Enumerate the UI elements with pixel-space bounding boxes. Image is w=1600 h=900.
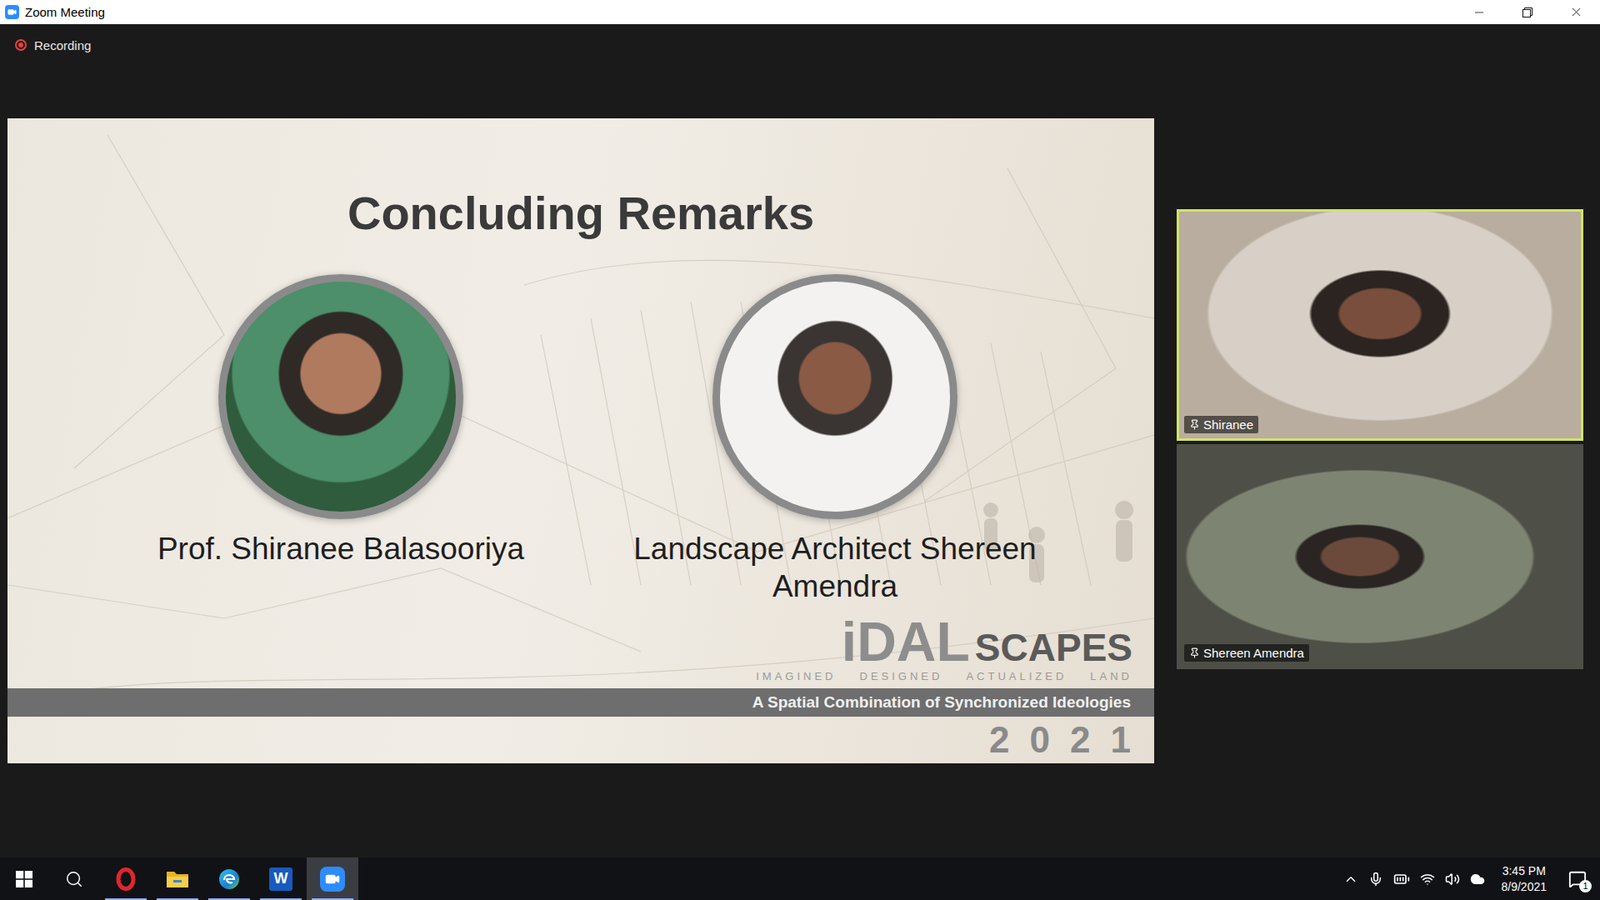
speaker-photo: [712, 274, 958, 520]
zoom-icon: [320, 866, 345, 892]
wifi-icon[interactable]: [1420, 871, 1435, 887]
minimize-button[interactable]: [1455, 0, 1504, 25]
taskbar: W 3:45 PM8/9/2021 1: [0, 857, 1600, 900]
taskbar-app[interactable]: [100, 857, 152, 900]
acronym-word: ACTUALIZED: [965, 670, 1067, 684]
close-button[interactable]: [1551, 0, 1600, 25]
video-tile[interactable]: Shereen Amendra: [1176, 444, 1584, 670]
notifications-button[interactable]: 1: [1563, 865, 1592, 894]
event-year: 2021: [989, 721, 1155, 759]
start-button[interactable]: [0, 857, 49, 900]
pin-icon: [1189, 419, 1200, 430]
battery-icon[interactable]: [1393, 870, 1410, 888]
recording-indicator[interactable]: Recording: [0, 34, 1600, 56]
window-title: Zoom Meeting: [25, 5, 105, 20]
participant-name: Shereen Amendra: [1203, 645, 1305, 660]
title-bar: Zoom Meeting: [0, 0, 1600, 25]
restore-icon: [1522, 7, 1533, 18]
recording-label: Recording: [34, 38, 91, 53]
year-digit: 2: [989, 721, 1010, 759]
participant-name: Shiranee: [1203, 417, 1254, 432]
taskbar-app[interactable]: [306, 857, 359, 900]
event-logo: iDALSCAPES: [841, 617, 1155, 667]
participant-panel: Shiranee Shereen Amendra: [1176, 209, 1584, 670]
search-icon: [65, 870, 84, 889]
running-indicator: [311, 898, 354, 900]
zoom-app-icon: [5, 5, 20, 20]
word-icon: W: [269, 867, 293, 891]
taskbar-app[interactable]: [151, 857, 204, 900]
volume-icon[interactable]: [1445, 871, 1460, 887]
clock-date: 8/9/2021: [1501, 879, 1548, 895]
participant-name-tag: Shereen Amendra: [1184, 644, 1310, 662]
logo-mark: iDAL: [841, 617, 970, 667]
clock[interactable]: 3:45 PM8/9/2021: [1495, 863, 1555, 895]
system-tray: 3:45 PM8/9/2021 1: [1343, 863, 1600, 895]
chevron-up-icon[interactable]: [1343, 871, 1359, 887]
participant-name-tag: Shiranee: [1184, 415, 1259, 434]
speaker-card: Landscape Architect Shereen Amendra: [601, 274, 1069, 605]
running-indicator: [208, 898, 250, 900]
speaker-name: Landscape Architect Shereen Amendra: [601, 530, 1069, 605]
restore-button[interactable]: [1503, 0, 1552, 25]
acronym-word: LAND: [1090, 670, 1133, 684]
acronym-word: IMAGINED: [755, 670, 836, 684]
year-digit: 0: [1030, 721, 1050, 759]
search-button[interactable]: [48, 857, 100, 900]
cloud-icon[interactable]: [1470, 871, 1485, 887]
video-tile[interactable]: Shiranee: [1176, 209, 1584, 441]
speaker-photo: [218, 274, 464, 520]
year-digit: 1: [1110, 721, 1131, 759]
opera-icon: [114, 867, 138, 891]
microphone-icon[interactable]: [1368, 871, 1384, 887]
shared-slide: Concluding Remarks Prof. Shiranee Balasoo…: [7, 118, 1155, 764]
acronym-word: DESIGNED: [860, 670, 944, 684]
clock-time: 3:45 PM: [1502, 863, 1546, 880]
windows-icon: [15, 870, 33, 888]
meeting-area: Recording Concluding Remarks Prof. Shirane…: [0, 24, 1600, 858]
close-icon: [1569, 5, 1584, 20]
edge-icon: [217, 867, 241, 891]
running-indicator: [260, 898, 302, 900]
taskbar-app[interactable]: W: [255, 857, 307, 900]
pin-icon: [1189, 647, 1200, 659]
running-indicator: [156, 898, 199, 900]
folder-icon: [165, 868, 190, 890]
speaker-card: Prof. Shiranee Balasooriya: [107, 274, 575, 605]
taskbar-app[interactable]: [203, 857, 255, 900]
tagline-banner: A Spatial Combination of Synchronized Id…: [7, 688, 1155, 717]
running-indicator: [105, 898, 147, 900]
zoom-window: Zoom Meeting Recording Concluding Remarks P…: [0, 0, 1600, 900]
logo-acronym: IMAGINED DESIGNED ACTUALIZED LAND: [755, 670, 1155, 684]
logo-word: SCAPES: [975, 630, 1133, 665]
slide-title: Concluding Remarks: [7, 185, 1155, 241]
minimize-icon: [1472, 5, 1486, 20]
speaker-name: Prof. Shiranee Balasooriya: [157, 530, 525, 568]
recording-dot-icon: [15, 39, 27, 51]
notification-count: 1: [1579, 880, 1592, 893]
speaker-list: Prof. Shiranee Balasooriya Landscape Arch…: [7, 274, 1155, 605]
year-digit: 2: [1070, 721, 1090, 759]
